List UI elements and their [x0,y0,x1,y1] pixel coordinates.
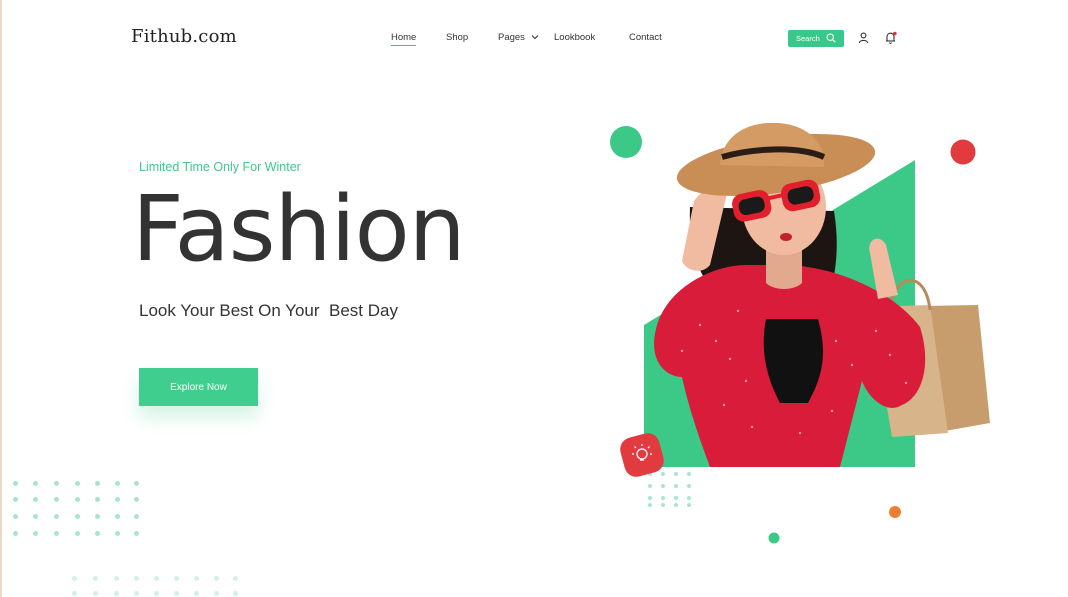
decor-dot [93,576,98,581]
decor-dot [115,531,120,536]
nav-shop[interactable]: Shop [446,32,468,43]
decor-dot [174,576,179,581]
decor-dot [134,576,139,581]
decor-dot [75,531,80,536]
decor-dot [214,576,219,581]
decor-dot [95,531,100,536]
hero-tagline: Limited Time Only For Winter [139,160,301,174]
search-icon [826,33,836,43]
hero-model-image [610,122,990,544]
decor-dot [13,481,18,486]
chevron-down-icon [531,35,538,40]
site-logo[interactable]: Fithub.com [131,26,237,47]
decor-dot [115,497,120,502]
decor-dot [75,497,80,502]
decor-dot [233,576,238,581]
decor-dot [72,591,77,596]
nav-home[interactable]: Home [391,32,417,46]
search-label: Search [796,34,820,43]
bell-icon[interactable] [884,31,898,45]
search-button[interactable]: Search [788,30,844,47]
decor-dot [13,531,18,536]
user-icon[interactable] [858,32,869,44]
decor-dot [95,514,100,519]
hero-subtitle: Look Your Best On Your Best Day [139,301,398,320]
decor-dot [33,531,38,536]
decor-dot [13,497,18,502]
decor-dot [134,514,139,519]
decor-dot [154,576,159,581]
decor-dot [75,514,80,519]
decor-dot [54,514,59,519]
decor-dot [33,514,38,519]
decor-dot [214,591,219,596]
decor-dot [95,497,100,502]
page-edge-divider [0,0,2,597]
nav-pages[interactable]: Pages [498,32,539,43]
decor-dot [114,576,119,581]
decor-dot [54,497,59,502]
decor-dot [33,481,38,486]
decor-dot [194,576,199,581]
decor-dot [134,497,139,502]
decor-dot [75,481,80,486]
decor-dot [54,531,59,536]
nav-pages-label: Pages [498,32,525,43]
decor-dot [233,591,238,596]
explore-now-button[interactable]: Explore Now [139,368,258,406]
decor-dot [115,514,120,519]
nav-lookbook[interactable]: Lookbook [554,32,595,43]
decor-dot [33,497,38,502]
hero-title: Fashion [132,177,466,282]
decor-dot [54,481,59,486]
decor-dot [95,481,100,486]
decor-dot [134,531,139,536]
decor-dot [154,591,159,596]
nav-contact[interactable]: Contact [629,32,662,43]
decor-dot [72,576,77,581]
decor-dot [194,591,199,596]
decor-dot [13,514,18,519]
decor-dot [115,481,120,486]
decor-dot [134,481,139,486]
decor-dot [174,591,179,596]
decor-dot [134,591,139,596]
decor-dot [114,591,119,596]
decor-dot [93,591,98,596]
